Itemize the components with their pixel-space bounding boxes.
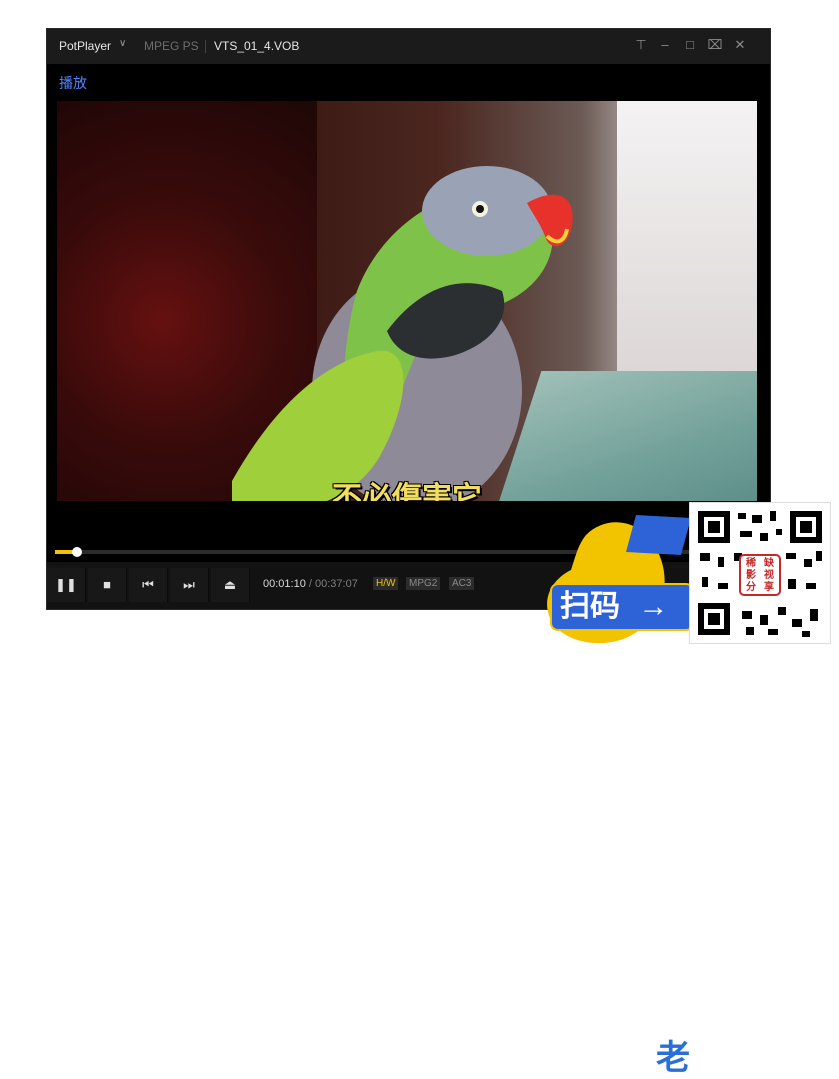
arrow-icon: →	[638, 590, 669, 623]
scan-label: 扫码 →	[552, 585, 692, 629]
stop-button[interactable]: ■	[88, 568, 127, 602]
stop-icon: ■	[103, 577, 111, 592]
status-line: 播放	[47, 64, 770, 100]
app-menu-label[interactable]: PotPlayer	[59, 39, 111, 53]
seek-thumb[interactable]	[71, 547, 82, 557]
qr-caption-char: 视	[764, 570, 774, 581]
video-codec-badge[interactable]: MPG2	[406, 577, 441, 590]
qr-center-label: 稀 缺 影 视 分 享	[742, 558, 778, 594]
pin-icon[interactable]: ⊤	[632, 37, 650, 53]
qr-caption-char: 享	[764, 582, 774, 593]
close-icon[interactable]: ✕	[731, 37, 749, 53]
title-bar: PotPlayer ∨ MPEG PS VTS_01_4.VOB ⊤ – □ ⌧…	[47, 29, 770, 64]
qr-caption-char: 缺	[764, 558, 774, 569]
time-separator: /	[308, 578, 312, 590]
eject-button[interactable]: ⏏	[211, 568, 250, 602]
maximize-icon[interactable]: □	[681, 37, 699, 52]
previous-button[interactable]: ⏮	[129, 568, 168, 602]
format-label: MPEG PS	[144, 39, 199, 53]
previous-icon: ⏮	[142, 577, 154, 592]
qr-caption-char: 影	[746, 570, 756, 581]
next-button[interactable]: ⏭	[170, 568, 209, 602]
hw-badge[interactable]: H/W	[373, 577, 399, 590]
scan-text: 扫码	[560, 590, 620, 623]
file-name-label: VTS_01_4.VOB	[214, 39, 300, 53]
chevron-down-icon[interactable]: ∨	[119, 38, 126, 49]
qr-caption-char: 分	[746, 582, 756, 593]
pause-icon: ❚❚	[55, 577, 77, 592]
playback-status-text: 播放	[59, 75, 87, 91]
banner-char: 老	[656, 1039, 690, 1077]
current-time: 00:01:10	[263, 578, 306, 590]
eject-icon: ⏏	[223, 577, 237, 592]
qr-code[interactable]: 稀 缺 影 视 分 享	[690, 503, 830, 643]
qr-caption-char: 稀	[746, 558, 756, 569]
video-frame[interactable]: 不必傷害它	[57, 101, 757, 501]
title-separator	[205, 40, 206, 53]
pause-button[interactable]: ❚❚	[47, 568, 86, 602]
fullscreen-icon[interactable]: ⌧	[706, 37, 724, 53]
time-display: 00:01:10 / 00:37:07	[263, 578, 358, 590]
audio-codec-badge[interactable]: AC3	[449, 577, 475, 590]
parrot-image	[232, 166, 573, 501]
next-icon: ⏭	[183, 577, 195, 592]
subtitle-text: 不必傷害它	[332, 481, 482, 501]
duration-time: 00:37:07	[315, 578, 358, 590]
minimize-icon[interactable]: –	[656, 37, 674, 52]
